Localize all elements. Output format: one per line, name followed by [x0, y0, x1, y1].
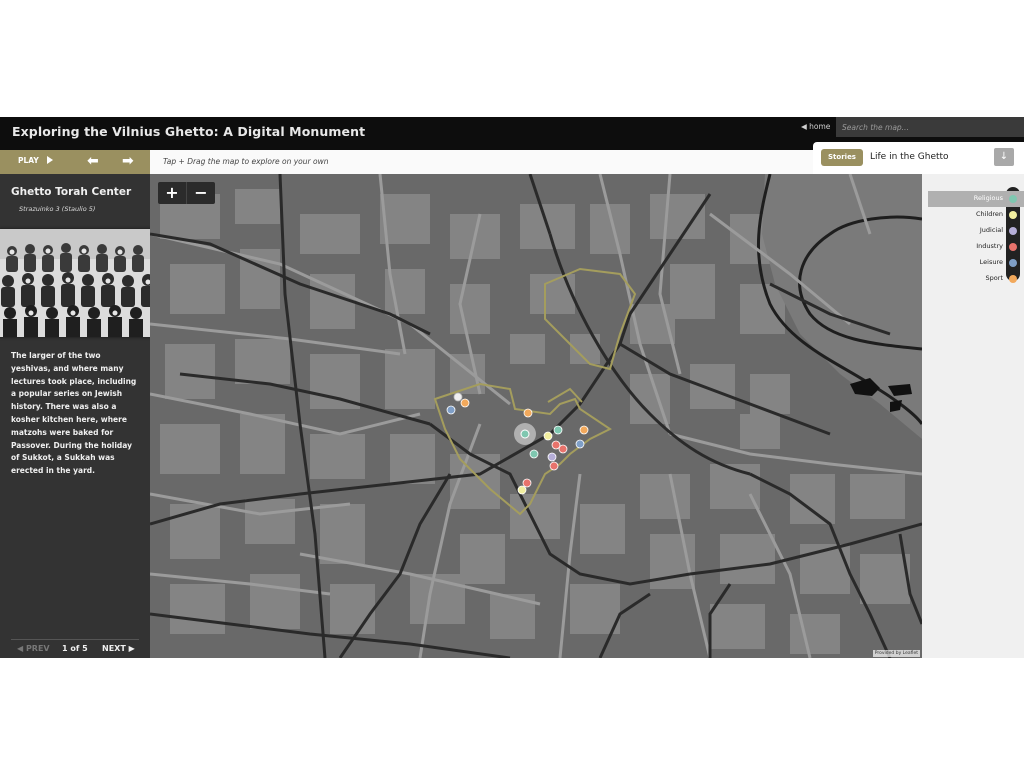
next-page-button[interactable]: NEXT ▶: [102, 644, 135, 653]
legend-item-leisure[interactable]: Leisure: [928, 255, 1024, 271]
legend-label: Industry: [976, 242, 1003, 250]
legend-item-industry[interactable]: Industry: [928, 239, 1024, 255]
judicial-dot-icon: [1009, 227, 1017, 235]
search-input[interactable]: [836, 117, 1024, 137]
legend-item-children[interactable]: Children: [928, 207, 1024, 223]
pager-divider: [11, 639, 139, 640]
home-link[interactable]: ◀ home: [801, 122, 830, 131]
play-label: PLAY: [18, 156, 39, 165]
religious-marker-selected: [520, 429, 530, 439]
historical-photo[interactable]: [0, 229, 160, 337]
page-counter: 1 of 5: [62, 644, 88, 653]
industry-marker: [549, 461, 559, 471]
judicial-marker: [547, 452, 557, 462]
play-icon: [46, 156, 53, 164]
zoom-control: + −: [158, 182, 215, 204]
legend-label: Judicial: [979, 226, 1003, 234]
map-tiles: [150, 174, 922, 658]
map-canvas[interactable]: + − Provided by Leaflet: [150, 174, 922, 658]
religious-marker: [529, 449, 539, 459]
previous-arrow-button[interactable]: ⬅: [87, 154, 99, 168]
map-tip-text: Tap + Drag the map to explore on your ow…: [163, 157, 329, 166]
play-button[interactable]: PLAY: [18, 156, 53, 165]
place-title: Ghetto Torah Center: [11, 186, 132, 198]
children-marker: [543, 431, 553, 441]
place-description: The larger of the two yeshivas, and wher…: [11, 351, 137, 476]
place-sidebar: Ghetto Torah Center Strazuinko 3 (Stauli…: [0, 174, 160, 658]
legend-item-sport[interactable]: Sport: [928, 271, 1024, 287]
stories-dropdown-button[interactable]: ↓: [994, 148, 1014, 166]
zoom-out-button[interactable]: −: [187, 182, 215, 204]
category-legend: Religious Children Judicial Industry Lei…: [922, 174, 1024, 658]
legend-label: Sport: [985, 274, 1003, 282]
app-title: Exploring the Vilnius Ghetto: A Digital …: [12, 124, 366, 139]
leisure-marker: [575, 439, 585, 449]
marker: [453, 392, 463, 402]
leisure-marker: [446, 405, 456, 415]
sport-marker: [523, 408, 533, 418]
children-marker: [517, 485, 527, 495]
children-dot-icon: [1009, 211, 1017, 219]
zoom-in-button[interactable]: +: [158, 182, 187, 204]
map-attribution[interactable]: Provided by Leaflet: [872, 650, 920, 657]
stories-button[interactable]: Stories: [821, 149, 863, 166]
industry-marker: [522, 478, 532, 488]
leisure-dot-icon: [1009, 259, 1017, 267]
industry-dot-icon: [1009, 243, 1017, 251]
story-title: Life in the Ghetto: [870, 152, 949, 162]
legend-label: Leisure: [979, 258, 1003, 266]
religious-dot-icon: [1009, 195, 1017, 203]
legend-label: Religious: [973, 194, 1003, 202]
app-window: Exploring the Vilnius Ghetto: A Digital …: [0, 117, 1024, 658]
legend-label: Children: [975, 210, 1003, 218]
sport-dot-icon: [1009, 275, 1017, 283]
sport-marker: [460, 398, 470, 408]
industry-marker: [551, 440, 561, 450]
sport-marker: [579, 425, 589, 435]
legend-item-judicial[interactable]: Judicial: [928, 223, 1024, 239]
stories-panel: Stories Life in the Ghetto ↓: [813, 142, 1024, 174]
place-address: Strazuinko 3 (Staulio 5): [19, 205, 96, 213]
playback-controls: PLAY ⬅ ➡: [0, 150, 150, 174]
group-portrait-image: [0, 229, 160, 337]
ghetto-boundary-segment: [547, 387, 583, 403]
legend-item-religious[interactable]: Religious: [928, 191, 1024, 207]
prev-page-button[interactable]: ◀ PREV: [17, 644, 50, 653]
religious-marker: [553, 425, 563, 435]
next-arrow-button[interactable]: ➡: [122, 154, 134, 168]
